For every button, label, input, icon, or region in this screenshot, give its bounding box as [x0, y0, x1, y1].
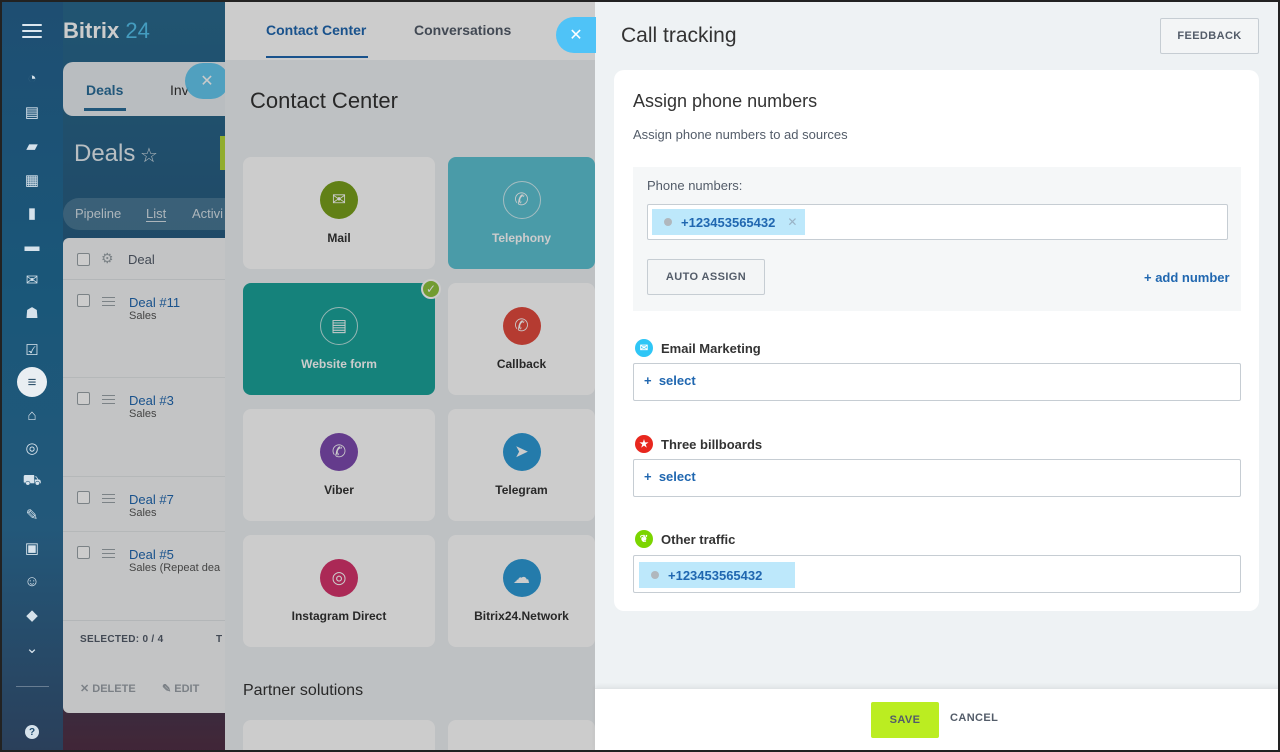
menu-icon[interactable]: [22, 24, 42, 40]
auto-assign-button[interactable]: AUTO ASSIGN: [647, 259, 765, 295]
crm-icon[interactable]: ≡: [17, 367, 47, 397]
source-other-traffic: ❦ Other traffic: [635, 530, 735, 548]
phone-number: +123453565432: [681, 214, 776, 230]
robot-icon[interactable]: ☺: [22, 571, 42, 591]
drive-icon[interactable]: ▬: [22, 236, 42, 256]
close-icon: ✕: [569, 27, 583, 44]
source-name: Email Marketing: [661, 340, 761, 356]
feedback-button[interactable]: FEEDBACK: [1160, 18, 1259, 54]
slider-title: Call tracking: [621, 24, 737, 47]
sign-icon[interactable]: ✎: [22, 505, 42, 525]
billboard-icon: ★: [635, 435, 653, 453]
source-three-billboards: ★ Three billboards: [635, 435, 762, 453]
phone-numbers-label: Phone numbers:: [647, 178, 743, 193]
chat-icon[interactable]: ▰: [22, 136, 42, 156]
sidebar-divider: [16, 686, 49, 687]
mail-icon[interactable]: ✉: [22, 270, 42, 290]
status-dot: [664, 218, 672, 226]
help-icon[interactable]: ?: [25, 725, 39, 739]
source-name: Three billboards: [661, 436, 763, 452]
phone-number: +123453565432: [668, 567, 763, 583]
add-number-link[interactable]: + add number: [1144, 270, 1230, 285]
source-field[interactable]: [633, 363, 1241, 401]
team-icon[interactable]: ☗: [22, 303, 42, 323]
source-field[interactable]: [633, 459, 1241, 497]
document-icon[interactable]: ▮: [22, 203, 42, 223]
activity-icon[interactable]: ◔: [22, 68, 42, 88]
target-icon[interactable]: ◎: [22, 438, 42, 458]
phone-chip[interactable]: +123453565432 ✕: [652, 209, 806, 235]
tasks-icon[interactable]: ☑: [22, 340, 42, 360]
remove-icon[interactable]: ✕: [787, 215, 797, 229]
select-link[interactable]: + select: [644, 469, 696, 484]
overlay-shade: [63, 0, 595, 752]
cart-icon[interactable]: ⛟: [22, 471, 42, 491]
cancel-button[interactable]: CANCEL: [950, 712, 998, 724]
source-email-marketing: ✉ Email Marketing: [635, 339, 761, 357]
calendar-icon[interactable]: ▦: [22, 170, 42, 190]
box-icon[interactable]: ◆: [22, 605, 42, 625]
sites-icon[interactable]: ⌂: [22, 405, 42, 425]
close-slider-button[interactable]: ✕: [556, 17, 596, 53]
email-marketing-icon: ✉: [635, 339, 653, 357]
feed-icon[interactable]: ▤: [22, 102, 42, 122]
more-icon[interactable]: ⌄: [22, 638, 42, 658]
other-traffic-icon: ❦: [635, 530, 653, 548]
assigned-phone-chip[interactable]: +123453565432: [639, 562, 795, 588]
section-subtitle: Assign phone numbers to ad sources: [633, 127, 848, 142]
save-button[interactable]: SAVE: [871, 702, 939, 738]
select-link[interactable]: + select: [644, 373, 696, 388]
contacts-icon[interactable]: ▣: [22, 538, 42, 558]
status-dot: [651, 571, 659, 579]
source-name: Other traffic: [661, 531, 736, 547]
section-title: Assign phone numbers: [633, 91, 818, 111]
